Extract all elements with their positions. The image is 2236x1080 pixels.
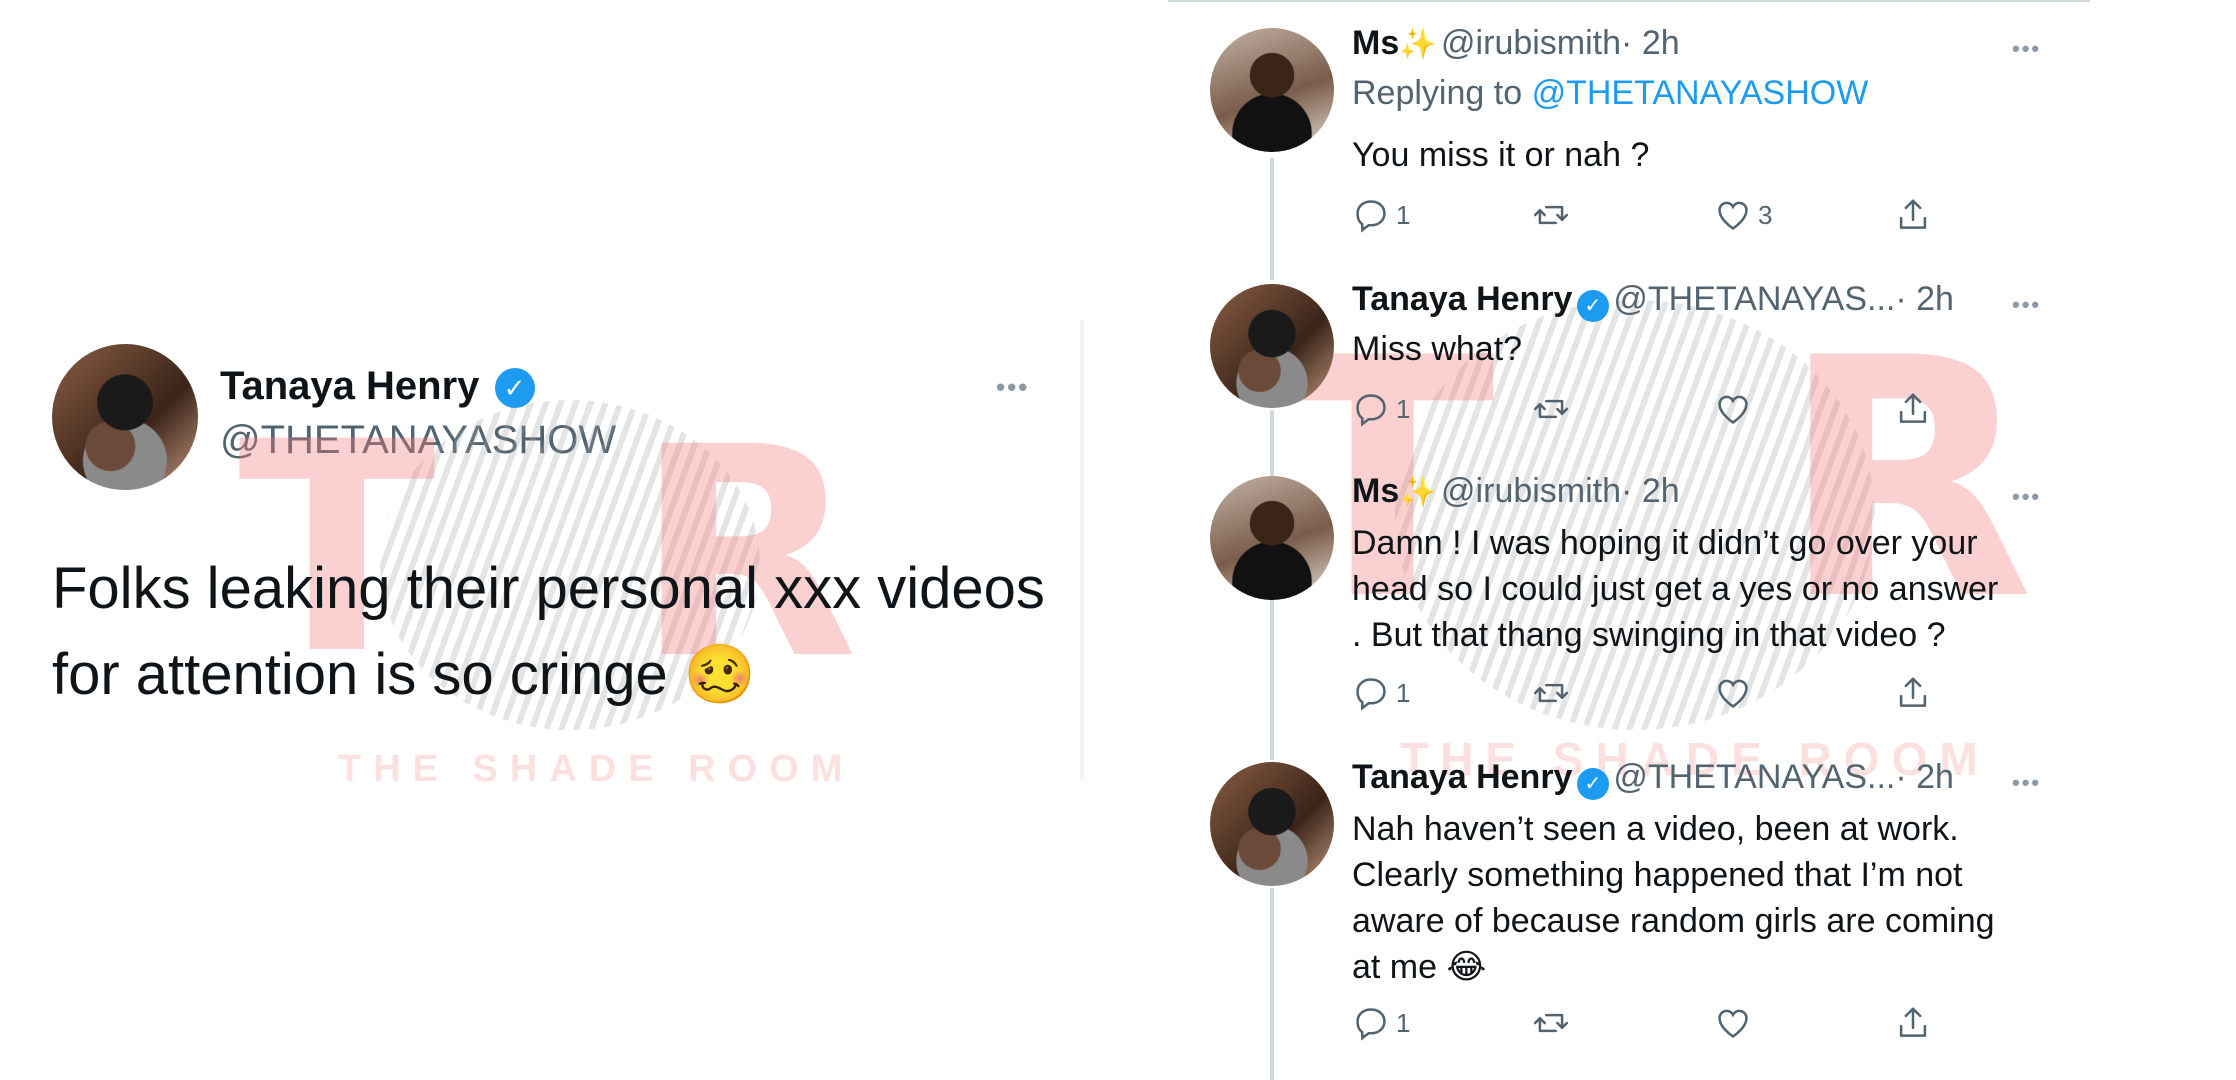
- timestamp[interactable]: · 2h: [1621, 472, 1680, 510]
- author-handle[interactable]: @THETANAYAS...: [1613, 280, 1895, 318]
- retweet-button[interactable]: [1532, 1004, 1570, 1042]
- verified-icon: ✓: [1576, 767, 1609, 800]
- retweet-button[interactable]: [1532, 390, 1570, 428]
- woozy-emoji: 🥴: [683, 642, 757, 707]
- tweet-header: Tanaya Henry ✓ @THETANAYAS...· 2h: [1352, 758, 1954, 800]
- author-handle[interactable]: @irubismith: [1441, 472, 1621, 510]
- retweet-button[interactable]: [1532, 196, 1570, 234]
- thread-line: [1270, 158, 1274, 280]
- reply-button[interactable]: 1: [1352, 1004, 1410, 1042]
- reply-icon: [1352, 674, 1390, 712]
- more-icon[interactable]: •••: [2012, 36, 2041, 62]
- tweet-text: Miss what?: [1352, 330, 1523, 368]
- author-handle[interactable]: @THETANAYAS...: [1613, 758, 1895, 796]
- share-icon: [1894, 390, 1932, 428]
- reply-icon: [1352, 1004, 1390, 1042]
- replying-to: Replying to @THETANAYASHOW: [1352, 74, 1869, 112]
- more-icon[interactable]: •••: [2012, 484, 2041, 510]
- like-icon: [1714, 390, 1752, 428]
- like-button[interactable]: [1714, 674, 1752, 712]
- author-name[interactable]: Ms: [1352, 24, 1399, 62]
- tweet-text: Folks leaking their personal xxx videos …: [52, 556, 1045, 707]
- reply-button[interactable]: 1: [1352, 390, 1410, 428]
- timestamp[interactable]: · 2h: [1621, 24, 1680, 62]
- sparkle-emoji: ✨: [1399, 28, 1437, 61]
- like-button[interactable]: 3: [1714, 196, 1772, 234]
- share-button[interactable]: [1894, 1004, 1932, 1042]
- retweet-button[interactable]: [1532, 674, 1570, 712]
- watermark-brand: THE SHADE ROOM: [338, 748, 855, 790]
- retweet-icon: [1532, 390, 1570, 428]
- thread-line: [1270, 888, 1274, 1080]
- tweet-text: Damn ! I was hoping it didn’t go over yo…: [1352, 524, 1999, 654]
- more-icon[interactable]: •••: [2012, 292, 2041, 318]
- author-handle[interactable]: @irubismith: [1441, 24, 1621, 62]
- author-name[interactable]: Ms: [1352, 472, 1399, 510]
- retweet-icon: [1532, 1004, 1570, 1042]
- divider: [1168, 0, 2090, 2]
- verified-icon: ✓: [494, 368, 535, 409]
- retweet-icon: [1532, 196, 1570, 234]
- share-icon: [1894, 674, 1932, 712]
- timestamp[interactable]: · 2h: [1895, 758, 1954, 796]
- like-icon: [1714, 196, 1752, 234]
- share-icon: [1894, 1004, 1932, 1042]
- avatar[interactable]: [1210, 476, 1334, 600]
- reply-button[interactable]: 1: [1352, 196, 1410, 234]
- more-icon[interactable]: •••: [2012, 770, 2041, 796]
- like-button[interactable]: [1714, 1004, 1752, 1042]
- share-button[interactable]: [1894, 674, 1932, 712]
- reply-icon: [1352, 196, 1390, 234]
- share-button[interactable]: [1894, 390, 1932, 428]
- author-name[interactable]: Tanaya Henry: [1352, 280, 1572, 318]
- divider: [1080, 320, 1084, 780]
- laughing-emoji: 😂: [1446, 948, 1487, 986]
- tweet-header: Tanaya Henry ✓ @THETANAYAS...· 2h: [1352, 280, 1954, 322]
- author-name[interactable]: Tanaya Henry: [1352, 758, 1572, 796]
- avatar[interactable]: [1210, 762, 1334, 886]
- tweet-text: Nah haven’t seen a video, been at work. …: [1352, 810, 1995, 986]
- more-icon[interactable]: •••: [996, 372, 1029, 403]
- tweet-header: Ms✨ @irubismith· 2h: [1352, 472, 1680, 511]
- tweet-header: Ms✨ @irubismith· 2h: [1352, 24, 1680, 63]
- avatar[interactable]: [1210, 284, 1334, 408]
- retweet-icon: [1532, 674, 1570, 712]
- reply-icon: [1352, 390, 1390, 428]
- like-icon: [1714, 1004, 1752, 1042]
- like-button[interactable]: [1714, 390, 1752, 428]
- verified-icon: ✓: [1576, 289, 1609, 322]
- like-icon: [1714, 674, 1752, 712]
- avatar[interactable]: [1210, 28, 1334, 152]
- share-icon: [1894, 196, 1932, 234]
- avatar[interactable]: [52, 344, 198, 490]
- timestamp[interactable]: · 2h: [1895, 280, 1954, 318]
- share-button[interactable]: [1894, 196, 1932, 234]
- sparkle-emoji: ✨: [1399, 476, 1437, 509]
- mention-link[interactable]: @THETANAYASHOW: [1532, 74, 1869, 112]
- reply-button[interactable]: 1: [1352, 674, 1410, 712]
- tweet-text: You miss it or nah ?: [1352, 136, 1650, 174]
